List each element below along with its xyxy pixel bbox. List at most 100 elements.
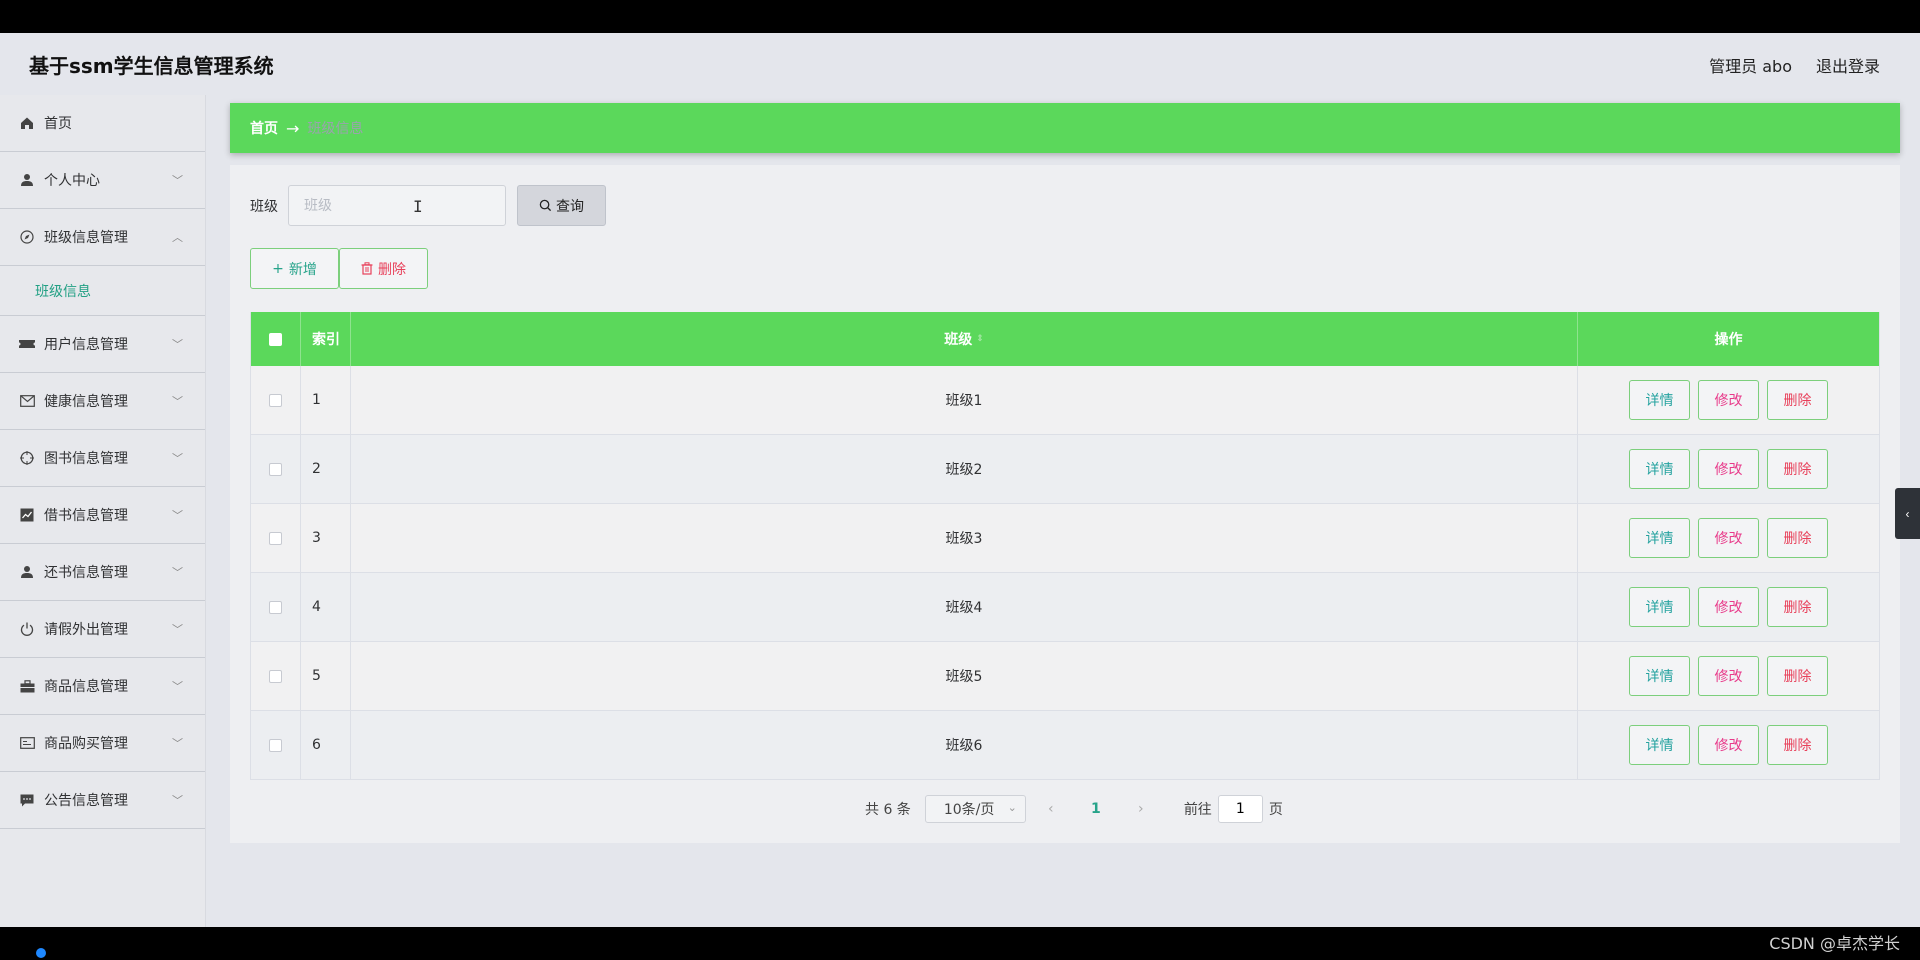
submenu-item-class-info[interactable]: 班级信息 [0, 266, 205, 316]
logout-link[interactable]: 退出登录 [1816, 53, 1880, 77]
sidebar-item-6[interactable]: 借书信息管理 ﹀ [0, 487, 205, 544]
row-index: 3 [301, 504, 351, 572]
sidebar-item-label: 还书信息管理 [44, 565, 128, 581]
chevron-down-icon: ﹀ [172, 509, 183, 522]
chat-icon [18, 791, 36, 809]
header-check-cell [251, 312, 301, 366]
header-ops: 操作 [1714, 332, 1743, 348]
row-check-cell [251, 504, 301, 572]
row-index: 4 [301, 573, 351, 641]
row-class-name: 班级1 [351, 366, 1578, 434]
delete-button[interactable]: 删除 [1767, 518, 1828, 558]
detail-button[interactable]: 详情 [1629, 656, 1690, 696]
sidebar-item-3[interactable]: 用户信息管理 ﹀ [0, 316, 205, 373]
sidebar-item-5[interactable]: 图书信息管理 ﹀ [0, 430, 205, 487]
search-input[interactable] [288, 185, 506, 226]
edit-button[interactable]: 修改 [1698, 725, 1759, 765]
breadcrumb-home[interactable]: 首页 [250, 118, 278, 138]
sidebar-item-2[interactable]: 班级信息管理 ︿ [0, 209, 205, 266]
select-all-checkbox[interactable] [269, 332, 282, 346]
edit-button[interactable]: 修改 [1698, 380, 1759, 420]
row-ops: 详情 修改 删除 [1578, 504, 1879, 572]
sidebar-item-0[interactable]: 首页 [0, 95, 205, 152]
detail-button[interactable]: 详情 [1629, 725, 1690, 765]
add-button-label: 新增 [288, 261, 317, 278]
table-row: 4 班级4 详情 修改 删除 [251, 573, 1879, 642]
collapse-panel-button[interactable]: ‹ [1895, 488, 1920, 539]
sidebar-item-8[interactable]: 请假外出管理 ﹀ [0, 601, 205, 658]
watermark: CSDN @卓杰学长 [1769, 934, 1900, 953]
page-number-current[interactable]: 1 [1076, 801, 1116, 817]
sidebar-item-11[interactable]: 公告信息管理 ﹀ [0, 772, 205, 829]
detail-button[interactable]: 详情 [1629, 449, 1690, 489]
chevron-down-icon: ﹀ [172, 680, 183, 693]
table-row: 6 班级6 详情 修改 删除 [251, 711, 1879, 780]
goto-page-input[interactable] [1217, 795, 1263, 823]
row-checkbox[interactable] [269, 600, 282, 614]
table-row: 5 班级5 详情 修改 删除 [251, 642, 1879, 711]
sidebar-item-label: 用户信息管理 [44, 337, 128, 353]
detail-button[interactable]: 详情 [1629, 518, 1690, 558]
sidebar-item-10[interactable]: 商品购买管理 ﹀ [0, 715, 205, 772]
row-checkbox[interactable] [269, 738, 282, 752]
card-icon [18, 734, 36, 752]
delete-button[interactable]: 删除 [1767, 587, 1828, 627]
delete-button[interactable]: 删除 [1767, 380, 1828, 420]
chevron-down-icon: ﹀ [172, 623, 183, 636]
table-row: 2 班级2 详情 修改 删除 [251, 435, 1879, 504]
page-size-value: 10条/页 [943, 802, 995, 818]
add-button[interactable]: + 新增 [250, 248, 339, 289]
row-check-cell [251, 573, 301, 641]
row-check-cell [251, 711, 301, 779]
edit-button[interactable]: 修改 [1698, 449, 1759, 489]
breadcrumb-arrow-icon: → [286, 118, 300, 138]
sidebar-item-4[interactable]: 健康信息管理 ﹀ [0, 373, 205, 430]
page-unit-label: 页 [1268, 802, 1283, 818]
sidebar-item-9[interactable]: 商品信息管理 ﹀ [0, 658, 205, 715]
row-index: 5 [301, 642, 351, 710]
table-row: 3 班级3 详情 修改 删除 [251, 504, 1879, 573]
next-page-button[interactable]: › [1126, 801, 1156, 817]
row-index: 2 [301, 435, 351, 503]
row-checkbox[interactable] [269, 462, 282, 476]
delete-button[interactable]: 删除 [1767, 449, 1828, 489]
sidebar-item-label: 公告信息管理 [44, 793, 128, 809]
sidebar-item-label: 请假外出管理 [44, 622, 128, 638]
delete-button[interactable]: 删除 [1767, 656, 1828, 696]
progress-dot[interactable] [36, 948, 46, 958]
batch-delete-button[interactable]: 删除 [339, 248, 428, 289]
header-class[interactable]: 班级 ⇕ [351, 312, 1578, 366]
row-checkbox[interactable] [269, 393, 282, 407]
row-checkbox[interactable] [269, 669, 282, 683]
row-ops: 详情 修改 删除 [1578, 711, 1879, 779]
detail-button[interactable]: 详情 [1629, 587, 1690, 627]
class-table: 索引 班级 ⇕ 操作 1 班级1 详情 修改 删除 2 班级2 详情 修改 删除 3 班级3 详情 修改 删除… [250, 312, 1880, 780]
sidebar-item-label: 个人中心 [44, 173, 100, 189]
chevron-down-icon: ﹀ [172, 174, 183, 187]
briefcase-icon [18, 677, 36, 695]
edit-button[interactable]: 修改 [1698, 518, 1759, 558]
sort-icon[interactable]: ⇕ [976, 334, 984, 344]
sidebar-item-1[interactable]: 个人中心 ﹀ [0, 152, 205, 209]
delete-button[interactable]: 删除 [1767, 725, 1828, 765]
table-row: 1 班级1 详情 修改 删除 [251, 366, 1879, 435]
chevron-down-icon: ⌄ [1007, 801, 1017, 814]
sidebar-item-label: 班级信息管理 [44, 230, 128, 246]
prev-page-button[interactable]: ‹ [1036, 801, 1066, 817]
detail-button[interactable]: 详情 [1629, 380, 1690, 420]
sidebar-item-label: 健康信息管理 [44, 394, 128, 410]
sidebar-item-7[interactable]: 还书信息管理 ﹀ [0, 544, 205, 601]
row-checkbox[interactable] [269, 531, 282, 545]
pagination-total: 共 6 条 [865, 802, 911, 818]
current-user[interactable]: 管理员 abo [1709, 53, 1792, 77]
edit-button[interactable]: 修改 [1698, 656, 1759, 696]
sidebar-item-label: 商品购买管理 [44, 736, 128, 752]
goto-label: 前往 [1183, 802, 1212, 818]
edit-button[interactable]: 修改 [1698, 587, 1759, 627]
row-class-name: 班级5 [351, 642, 1578, 710]
user-icon [18, 171, 36, 189]
chevron-down-icon: ﹀ [172, 737, 183, 750]
query-button[interactable]: 查询 [517, 185, 606, 226]
page-size-select[interactable]: 10条/页 ⌄ [924, 795, 1026, 823]
crosshair-icon [18, 449, 36, 467]
